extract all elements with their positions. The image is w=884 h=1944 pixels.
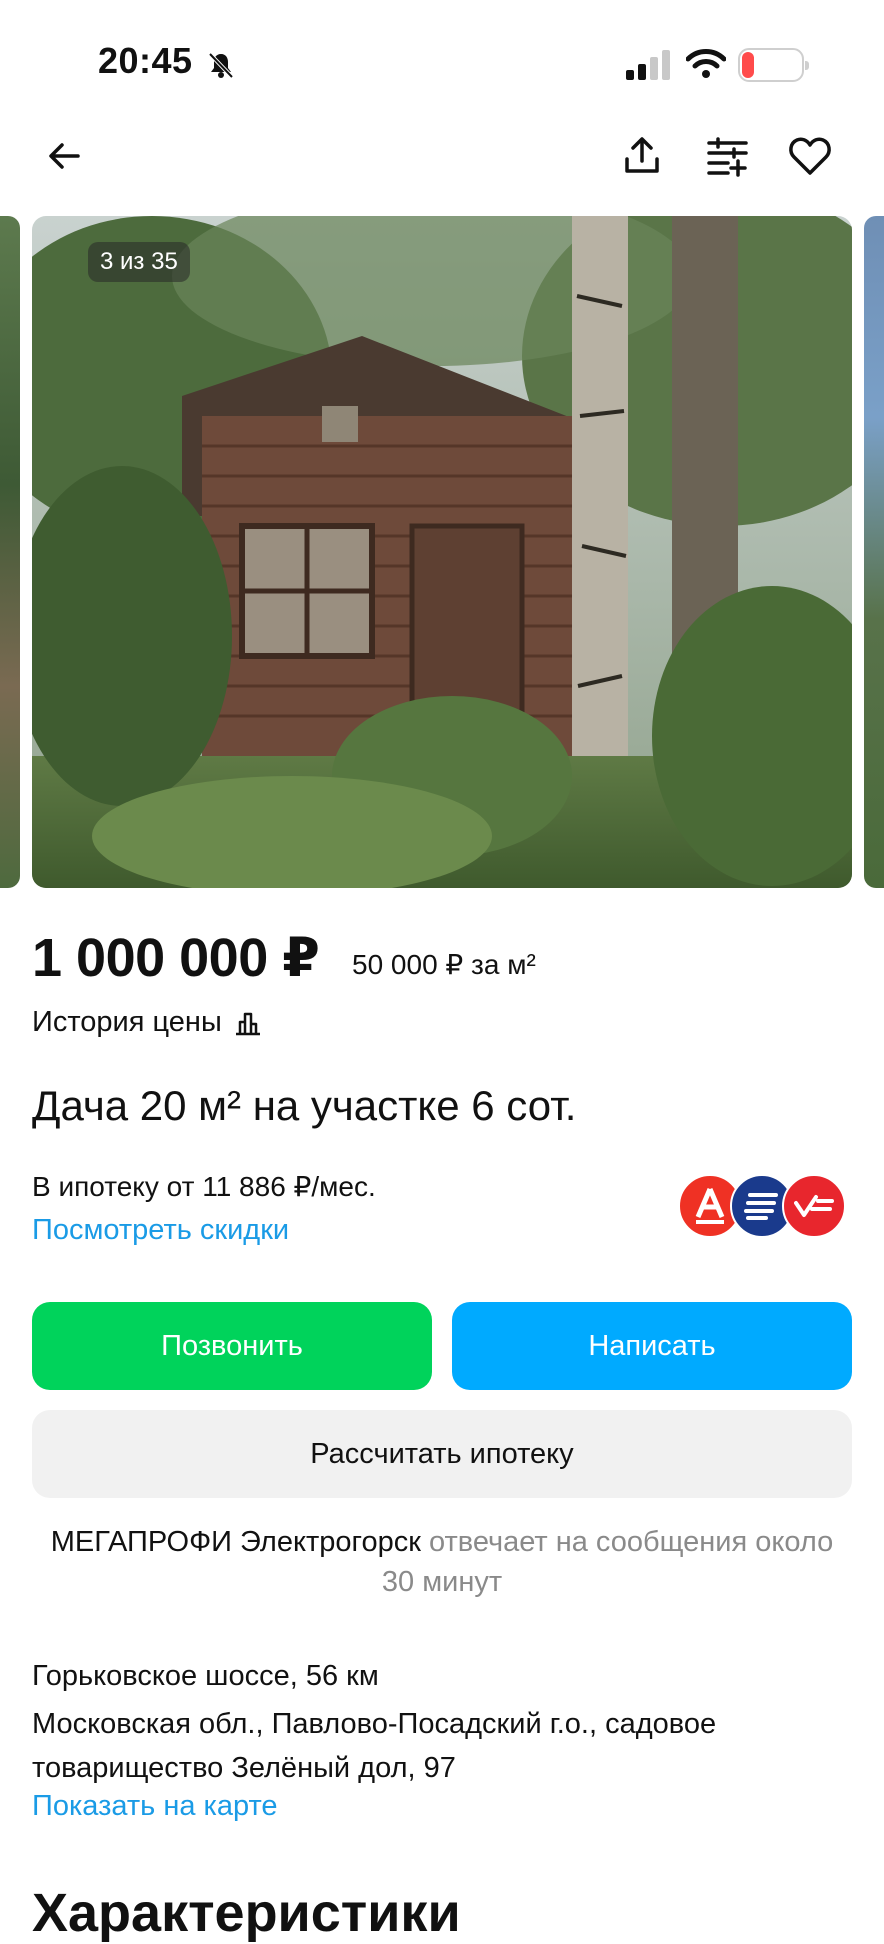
mortgage-info: В ипотеку от 11 886 ₽/мес. [32,1171,376,1202]
compare-button[interactable] [700,128,756,184]
characteristics-heading: Характеристики [32,1883,461,1943]
next-photo[interactable] [864,216,884,888]
list-add-icon [707,137,748,177]
bank-logos[interactable] [678,1174,848,1240]
previous-photo[interactable] [0,216,20,888]
bank-check-icon [782,1174,846,1238]
seller-response-info: МЕГАПРОФИ Электрогорск отвечает на сообщ… [32,1522,852,1602]
arrow-left-icon [49,143,80,169]
dacha-photo-image [32,216,852,888]
bell-muted-icon [208,52,234,79]
status-time: 20:45 [98,40,193,81]
seller-name[interactable]: МЕГАПРОФИ Электрогорск [51,1526,421,1558]
show-on-map-link[interactable]: Показать на карте [32,1790,278,1823]
photo-counter: 3 из 35 [88,242,190,282]
price-history-label: История цены [32,1006,222,1038]
photo-gallery[interactable]: 3 из 35 [0,216,884,888]
bar-chart-icon [235,1012,260,1035]
listing-title: Дача 20 м² на участке 6 сот. [32,1082,577,1129]
listing-photo[interactable]: 3 из 35 [32,216,852,888]
favorite-button[interactable] [782,128,838,184]
price: 1 000 000 ₽ [32,928,320,988]
seller-response-time: отвечает на сообщения около 30 минут [381,1526,834,1598]
heart-icon [789,137,831,175]
call-button[interactable]: Позвонить [32,1302,432,1390]
battery-icon: 15 [738,48,809,82]
write-button[interactable]: Написать [452,1302,852,1390]
calculate-mortgage-button[interactable]: Рассчитать ипотеку [32,1410,852,1498]
highway-distance: Горьковское шоссе, 56 км [32,1660,379,1692]
battery-level: 15 [758,52,784,77]
price-history-link[interactable]: История цены [32,1006,262,1039]
price-per-sqm: 50 000 ₽ за м² [352,949,536,980]
signal-icon [626,50,670,80]
address: Московская обл., Павлово-Посадский г.о.,… [32,1708,717,1784]
share-icon [625,137,659,173]
share-button[interactable] [614,128,670,184]
back-button[interactable] [36,128,92,184]
wifi-icon [686,49,726,78]
discounts-link[interactable]: Посмотреть скидки [32,1214,289,1247]
